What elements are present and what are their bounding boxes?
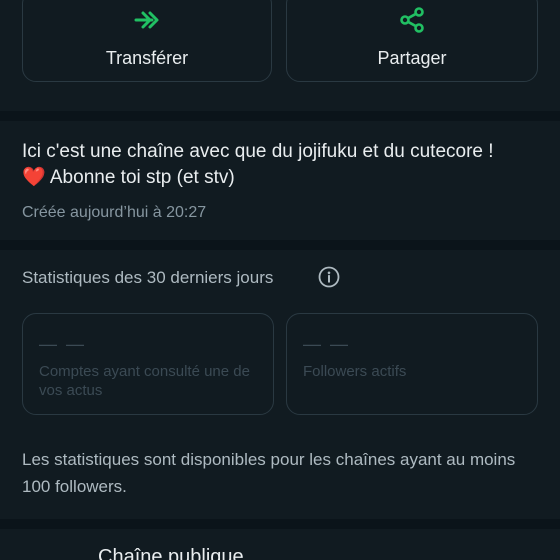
forward-icon xyxy=(134,11,159,29)
stat-card-accounts-viewed: — — Comptes ayant consulté une de vos ac… xyxy=(22,313,274,415)
share-button[interactable]: Partager xyxy=(286,0,538,82)
stat-value: — — xyxy=(303,334,351,354)
forward-button[interactable]: Transférer xyxy=(22,0,272,82)
section-divider xyxy=(0,240,560,250)
channel-info-screen: Transférer Partager Ici c'est une chaîne… xyxy=(0,0,560,560)
share-icon xyxy=(400,7,424,33)
stat-label: Comptes ayant consulté une de vos actus xyxy=(39,363,250,399)
section-divider xyxy=(0,519,560,529)
channel-actions: Transférer Partager xyxy=(22,0,538,84)
creation-date: Créée aujourd’hui à 20:27 xyxy=(22,204,207,221)
public-channel-label[interactable]: Chaîne publique xyxy=(98,546,244,560)
share-label: Partager xyxy=(377,48,447,68)
forward-label: Transférer xyxy=(105,48,189,68)
stat-label: Followers actifs xyxy=(303,363,407,380)
stat-card-active-followers: — — Followers actifs xyxy=(286,313,538,415)
channel-description: Ici c'est une chaîne avec que du jojifuk… xyxy=(22,141,494,188)
section-divider xyxy=(0,111,560,121)
stat-value: — — xyxy=(39,334,87,354)
stats-title: Statistiques des 30 derniers jours xyxy=(22,268,274,287)
stats-availability-note: Les statistiques sont disponibles pour l… xyxy=(22,450,516,496)
info-icon[interactable] xyxy=(318,266,340,288)
